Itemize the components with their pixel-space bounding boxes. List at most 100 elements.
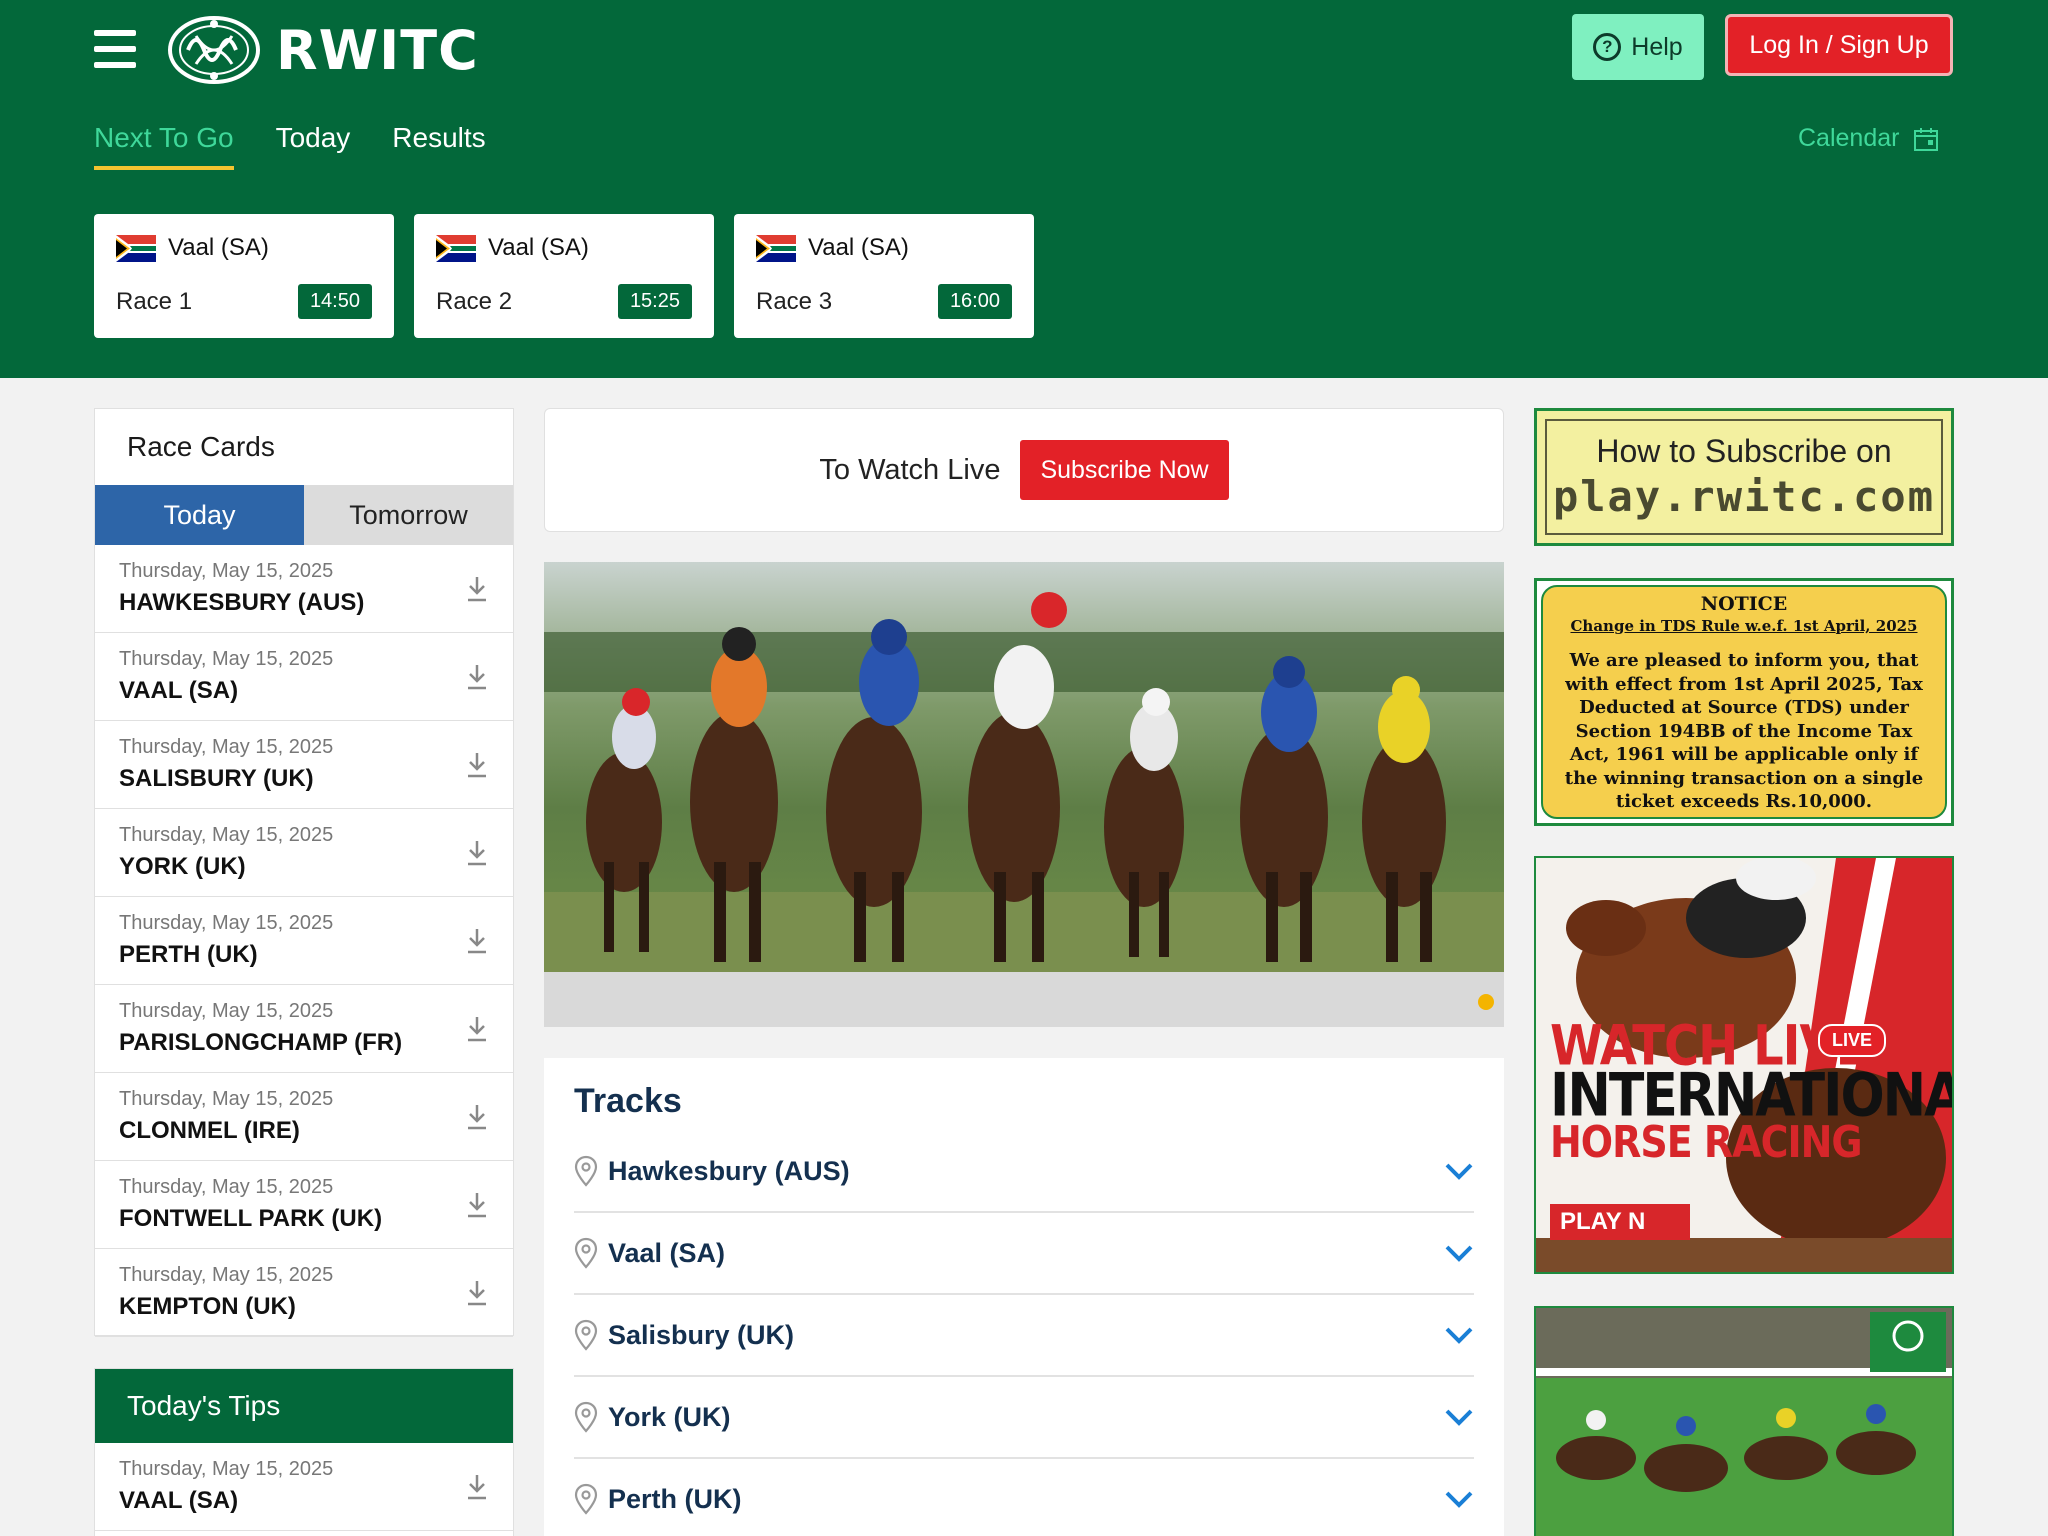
race-card-row[interactable]: Thursday, May 15, 2025 HAWKESBURY (AUS) [95,545,513,633]
horse-race-image [544,562,1504,972]
race-card-venue: PARISLONGCHAMP (FR) [119,1029,403,1056]
ad-subscribe-line2: play.rwitc.com [1552,472,1935,521]
race-venue: Vaal (SA) [488,234,589,261]
track-row[interactable]: Perth (UK) [574,1459,1474,1536]
tab-today[interactable]: Today [95,485,304,545]
track-row[interactable]: Vaal (SA) [574,1213,1474,1295]
notice-body: We are pleased to inform you, that with … [1564,650,1924,812]
track-name: Perth (UK) [608,1483,742,1514]
download-icon[interactable] [465,751,489,779]
logo-text: RWITC [276,18,479,82]
how-to-subscribe-ad[interactable]: How to Subscribe on play.rwitc.com [1534,408,1954,546]
race-card-date: Thursday, May 15, 2025 [119,824,334,846]
location-pin-icon [574,1237,598,1269]
download-icon[interactable] [465,575,489,603]
race-card-date: Thursday, May 15, 2025 [119,736,334,758]
watch-live-international-ad[interactable]: WATCH LIVE LIVE INTERNATIONAL HORSE RACI… [1534,856,1954,1274]
sa-flag-icon [756,234,796,262]
track-row[interactable]: Hawkesbury (AUS) [574,1131,1474,1213]
tip-date: Thursday, May 15, 2025 [119,1458,334,1480]
race-card-venue: YORK (UK) [119,853,246,880]
download-icon[interactable] [465,1191,489,1219]
track-name: Salisbury (UK) [608,1319,795,1350]
ad-play-badge: PLAY N [1550,1204,1690,1240]
tip-venue: VAAL (SA) [119,1487,239,1514]
track-row[interactable]: York (UK) [574,1377,1474,1459]
track-row[interactable]: Salisbury (UK) [574,1295,1474,1377]
location-pin-icon [574,1319,598,1351]
download-icon[interactable] [465,839,489,867]
login-signup-button[interactable]: Log In / Sign Up [1725,14,1953,76]
race-card-row[interactable]: Thursday, May 15, 2025 YORK (UK) [95,809,513,897]
race-card-date: Thursday, May 15, 2025 [119,1264,334,1286]
watch-live-text: To Watch Live [819,453,1001,486]
race-card-row[interactable]: Thursday, May 15, 2025 PERTH (UK) [95,897,513,985]
todays-tips-title: Today's Tips [95,1369,513,1443]
hero-carousel[interactable] [544,562,1504,1027]
tip-row[interactable]: Thursday, May 15, 2025 VAAL (SA) [95,1443,513,1531]
chevron-down-icon[interactable] [1444,1489,1474,1509]
download-icon[interactable] [465,927,489,955]
race-card-date: Thursday, May 15, 2025 [119,912,334,934]
race-card-date: Thursday, May 15, 2025 [119,648,334,670]
next-race-card[interactable]: Vaal (SA) Race 2 15:25 [414,214,714,338]
location-pin-icon [574,1483,598,1515]
ad-watch-line3: HORSE RACING [1550,1116,1863,1168]
track-list: Hawkesbury (AUS) Vaal (SA) Salisbury (UK) Y… [544,1131,1504,1536]
race-card-venue: CLONMEL (IRE) [119,1117,300,1144]
chevron-down-icon[interactable] [1444,1161,1474,1181]
race-card-venue: KEMPTON (UK) [119,1293,296,1320]
race-venue: Vaal (SA) [808,234,909,261]
track-name: Hawkesbury (AUS) [608,1155,850,1186]
nav-results[interactable]: Results [392,122,485,170]
next-race-card[interactable]: Vaal (SA) Race 1 14:50 [94,214,394,338]
subscribe-now-button[interactable]: Subscribe Now [1020,440,1229,500]
race-number: Race 1 [116,287,193,315]
help-label: Help [1631,32,1683,61]
tab-tomorrow[interactable]: Tomorrow [304,485,513,545]
calendar-icon [1914,127,1939,151]
race-time-badge: 16:00 [937,284,1012,319]
race-card-row[interactable]: Thursday, May 15, 2025 CLONMEL (IRE) [95,1073,513,1161]
site-header: RWITC ? Help Log In / Sign Up Next To Go… [0,0,2048,378]
race-card-row[interactable]: Thursday, May 15, 2025 FONTWELL PARK (UK) [95,1161,513,1249]
racing-photo-ad[interactable] [1534,1306,1954,1536]
next-to-go-cards: Vaal (SA) Race 1 14:50 Vaal (SA) Race 2 … [94,214,1034,338]
race-number: Race 2 [436,287,513,315]
download-icon[interactable] [465,663,489,691]
track-name: Vaal (SA) [608,1237,726,1268]
race-cards-title: Race Cards [127,431,275,462]
download-icon[interactable] [465,1103,489,1131]
download-icon[interactable] [465,1473,489,1501]
nav-next-to-go[interactable]: Next To Go [94,122,234,170]
race-card-row[interactable]: Thursday, May 15, 2025 PARISLONGCHAMP (FR… [95,985,513,1073]
race-card-date: Thursday, May 15, 2025 [119,560,334,582]
carousel-dot[interactable] [1478,994,1494,1010]
help-button[interactable]: ? Help [1572,14,1704,80]
notice-title: NOTICE [1700,593,1788,615]
calendar-link[interactable]: Calendar [1798,124,1939,153]
race-card-row[interactable]: Thursday, May 15, 2025 SALISBURY (UK) [95,721,513,809]
location-pin-icon [574,1401,598,1433]
chevron-down-icon[interactable] [1444,1325,1474,1345]
site-logo[interactable]: RWITC [166,12,479,88]
chevron-down-icon[interactable] [1444,1243,1474,1263]
race-number: Race 3 [756,287,833,315]
race-card-date: Thursday, May 15, 2025 [119,1176,334,1198]
race-card-venue: VAAL (SA) [119,677,239,704]
next-race-card[interactable]: Vaal (SA) Race 3 16:00 [734,214,1034,338]
download-icon[interactable] [465,1279,489,1307]
race-time-badge: 14:50 [297,284,372,319]
nav-today[interactable]: Today [276,122,351,170]
race-card-date: Thursday, May 15, 2025 [119,1088,334,1110]
download-icon[interactable] [465,1015,489,1043]
calendar-label: Calendar [1798,124,1900,152]
race-cards-tabs: Today Tomorrow [95,485,513,545]
menu-icon[interactable] [94,30,136,68]
race-venue: Vaal (SA) [168,234,269,261]
race-card-row[interactable]: Thursday, May 15, 2025 VAAL (SA) [95,633,513,721]
tds-notice[interactable]: NOTICE Change in TDS Rule w.e.f. 1st Apr… [1534,578,1954,826]
help-icon: ? [1593,33,1622,61]
race-card-row[interactable]: Thursday, May 15, 2025 KEMPTON (UK) [95,1249,513,1337]
chevron-down-icon[interactable] [1444,1407,1474,1427]
